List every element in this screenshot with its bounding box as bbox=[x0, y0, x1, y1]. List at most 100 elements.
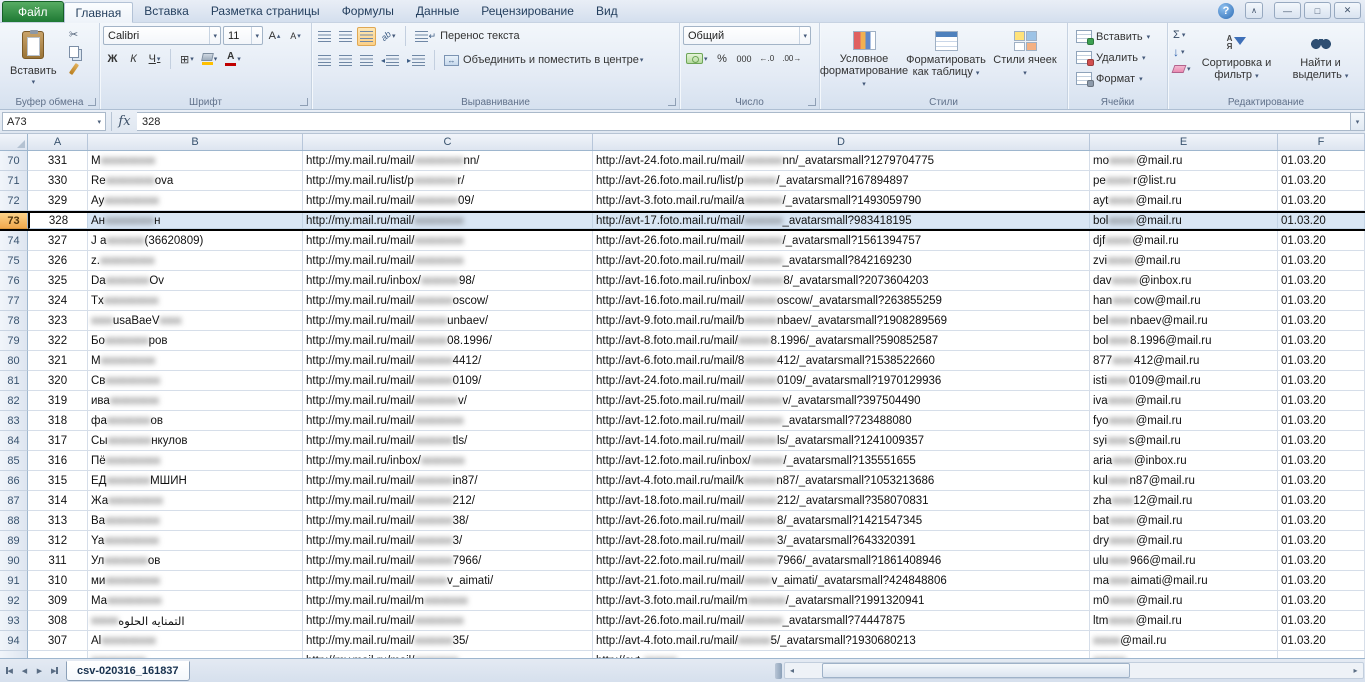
cell-F80[interactable]: 01.03.20 bbox=[1278, 351, 1365, 371]
cell-A93[interactable]: 308 bbox=[28, 611, 88, 631]
cell-D88[interactable]: http://avt-26.foto.mail.ru/mail/xxxxxx8/… bbox=[593, 511, 1090, 531]
align-bottom-button[interactable] bbox=[357, 27, 376, 46]
cell-F79[interactable]: 01.03.20 bbox=[1278, 331, 1365, 351]
row-header[interactable] bbox=[0, 651, 28, 658]
paste-button[interactable]: Вставить▾ bbox=[3, 26, 64, 92]
number-format-select[interactable]: Общий▾ bbox=[683, 26, 811, 45]
cell-B76[interactable]: DaxxxxxxxxOv bbox=[88, 271, 303, 291]
cell-D76[interactable]: http://avt-16.foto.mail.ru/inbox/xxxxxx8… bbox=[593, 271, 1090, 291]
shrink-font-button[interactable]: А▾ bbox=[286, 26, 305, 45]
cell-A75[interactable]: 326 bbox=[28, 251, 88, 271]
cell-F85[interactable]: 01.03.20 bbox=[1278, 451, 1365, 471]
find-select-button[interactable]: Найти и выделить ▾ bbox=[1281, 26, 1361, 92]
cell-B[interactable]: хххххххххх bbox=[88, 651, 303, 658]
chevron-down-icon[interactable]: ▾ bbox=[209, 27, 220, 44]
cell-F83[interactable]: 01.03.20 bbox=[1278, 411, 1365, 431]
cell-E81[interactable]: istixxxx0109@mail.ru bbox=[1090, 371, 1278, 391]
cell-E73[interactable]: bolxxxxx@mail.ru bbox=[1090, 213, 1278, 229]
align-right-button[interactable] bbox=[357, 51, 376, 70]
cell-D87[interactable]: http://avt-18.foto.mail.ru/mail/xxxxxx21… bbox=[593, 491, 1090, 511]
row-header[interactable]: 91 bbox=[0, 571, 28, 591]
row-header[interactable]: 90 bbox=[0, 551, 28, 571]
cell-D78[interactable]: http://avt-9.foto.mail.ru/mail/bxxxxxxnb… bbox=[593, 311, 1090, 331]
cell-A81[interactable]: 320 bbox=[28, 371, 88, 391]
cell-C86[interactable]: http://my.mail.ru/mail/xxxxxxxin87/ bbox=[303, 471, 593, 491]
cell-D82[interactable]: http://avt-25.foto.mail.ru/mail/xxxxxxxv… bbox=[593, 391, 1090, 411]
cell-F94[interactable]: 01.03.20 bbox=[1278, 631, 1365, 651]
comma-style-button[interactable]: 000 bbox=[734, 49, 755, 68]
sheet-tab[interactable]: csv-020316_161837 bbox=[66, 661, 190, 681]
cell-F91[interactable]: 01.03.20 bbox=[1278, 571, 1365, 591]
row-header[interactable]: 93 bbox=[0, 611, 28, 631]
cell-E76[interactable]: davxxxxx@inbox.ru bbox=[1090, 271, 1278, 291]
column-header-C[interactable]: C bbox=[303, 134, 593, 150]
row-header[interactable]: 82 bbox=[0, 391, 28, 411]
cell-B92[interactable]: Maxxxxxxxxxx bbox=[88, 591, 303, 611]
cell-F[interactable] bbox=[1278, 651, 1365, 658]
borders-button[interactable]: ⊞▾ bbox=[177, 50, 197, 69]
merge-center-button[interactable]: ↔ Объединить и поместить в центре ▾ bbox=[441, 51, 646, 70]
fill-color-button[interactable]: ▾ bbox=[199, 50, 221, 69]
cell-E71[interactable]: pexxxxxr@list.ru bbox=[1090, 171, 1278, 191]
cell-C87[interactable]: http://my.mail.ru/mail/xxxxxxx212/ bbox=[303, 491, 593, 511]
cell-B89[interactable]: Yaxxxxxxxxxx bbox=[88, 531, 303, 551]
cell-B82[interactable]: иваххххххххх bbox=[88, 391, 303, 411]
cell-F93[interactable]: 01.03.20 bbox=[1278, 611, 1365, 631]
increase-indent-button[interactable]: ▸ bbox=[404, 51, 428, 70]
cell-C92[interactable]: http://my.mail.ru/mail/mxxxxxxxx bbox=[303, 591, 593, 611]
cell-A71[interactable]: 330 bbox=[28, 171, 88, 191]
cell-B86[interactable]: ЕДххххххххМШИН bbox=[88, 471, 303, 491]
cell-F72[interactable]: 01.03.20 bbox=[1278, 191, 1365, 211]
cell-E91[interactable]: maxxxxaimati@mail.ru bbox=[1090, 571, 1278, 591]
cell-E83[interactable]: fyoxxxxx@mail.ru bbox=[1090, 411, 1278, 431]
minimize-button[interactable]: — bbox=[1274, 2, 1301, 19]
copy-button[interactable] bbox=[64, 43, 84, 60]
cell-E90[interactable]: uluxxxx966@mail.ru bbox=[1090, 551, 1278, 571]
cell-D81[interactable]: http://avt-24.foto.mail.ru/mail/xxxxxx01… bbox=[593, 371, 1090, 391]
cell-E82[interactable]: ivaxxxxx@mail.ru bbox=[1090, 391, 1278, 411]
name-box-dropdown[interactable]: ▾ bbox=[97, 118, 101, 126]
cell-A92[interactable]: 309 bbox=[28, 591, 88, 611]
conditional-formatting-button[interactable]: Условное форматирование ▾ bbox=[823, 26, 905, 92]
row-header[interactable]: 72 bbox=[0, 191, 28, 211]
cell-C88[interactable]: http://my.mail.ru/mail/xxxxxxx38/ bbox=[303, 511, 593, 531]
cell-A89[interactable]: 312 bbox=[28, 531, 88, 551]
cell-F78[interactable]: 01.03.20 bbox=[1278, 311, 1365, 331]
cell-A73[interactable]: 328 bbox=[28, 213, 88, 229]
cell-A72[interactable]: 329 bbox=[28, 191, 88, 211]
row-header[interactable]: 79 bbox=[0, 331, 28, 351]
row-header[interactable]: 84 bbox=[0, 431, 28, 451]
tab-page-layout[interactable]: Разметка страницы bbox=[200, 1, 331, 22]
cell-D70[interactable]: http://avt-24.foto.mail.ru/mail/xxxxxxxn… bbox=[593, 151, 1090, 171]
cell-F76[interactable]: 01.03.20 bbox=[1278, 271, 1365, 291]
cell-C94[interactable]: http://my.mail.ru/mail/xxxxxxx35/ bbox=[303, 631, 593, 651]
row-header[interactable]: 87 bbox=[0, 491, 28, 511]
cell-D74[interactable]: http://avt-26.foto.mail.ru/mail/xxxxxxx/… bbox=[593, 231, 1090, 251]
cell-F82[interactable]: 01.03.20 bbox=[1278, 391, 1365, 411]
row-header[interactable]: 85 bbox=[0, 451, 28, 471]
row-header[interactable]: 89 bbox=[0, 531, 28, 551]
cell-B93[interactable]: хххххالتمنايه الحلوه bbox=[88, 611, 303, 631]
increase-decimal-button[interactable]: ←.0 bbox=[757, 49, 778, 68]
cell-E85[interactable]: ariaxxxx@inbox.ru bbox=[1090, 451, 1278, 471]
cell-D86[interactable]: http://avt-4.foto.mail.ru/mail/kxxxxxxn8… bbox=[593, 471, 1090, 491]
row-header[interactable]: 76 bbox=[0, 271, 28, 291]
cell-B74[interactable]: J axxxxxxx(36620809) bbox=[88, 231, 303, 251]
cell-E72[interactable]: aytxxxxx@mail.ru bbox=[1090, 191, 1278, 211]
number-dialog-launcher[interactable] bbox=[808, 98, 816, 106]
close-button[interactable]: ✕ bbox=[1334, 2, 1361, 19]
next-sheet-button[interactable]: ▶ bbox=[32, 663, 47, 679]
cell-D93[interactable]: http://avt-26.foto.mail.ru/mail/xxxxxxx_… bbox=[593, 611, 1090, 631]
font-color-button[interactable]: А▾ bbox=[222, 50, 244, 69]
row-header[interactable]: 71 bbox=[0, 171, 28, 191]
fill-button[interactable]: ↓▾ bbox=[1171, 43, 1193, 60]
cell-A94[interactable]: 307 bbox=[28, 631, 88, 651]
cell-C93[interactable]: http://my.mail.ru/mail/xxxxxxxxx bbox=[303, 611, 593, 631]
cell-F81[interactable]: 01.03.20 bbox=[1278, 371, 1365, 391]
cell-A80[interactable]: 321 bbox=[28, 351, 88, 371]
cell-F74[interactable]: 01.03.20 bbox=[1278, 231, 1365, 251]
file-tab[interactable]: Файл bbox=[2, 1, 64, 22]
last-sheet-button[interactable]: ▶ bbox=[47, 663, 62, 679]
cell-F77[interactable]: 01.03.20 bbox=[1278, 291, 1365, 311]
name-box[interactable]: A73 ▾ bbox=[2, 112, 106, 131]
